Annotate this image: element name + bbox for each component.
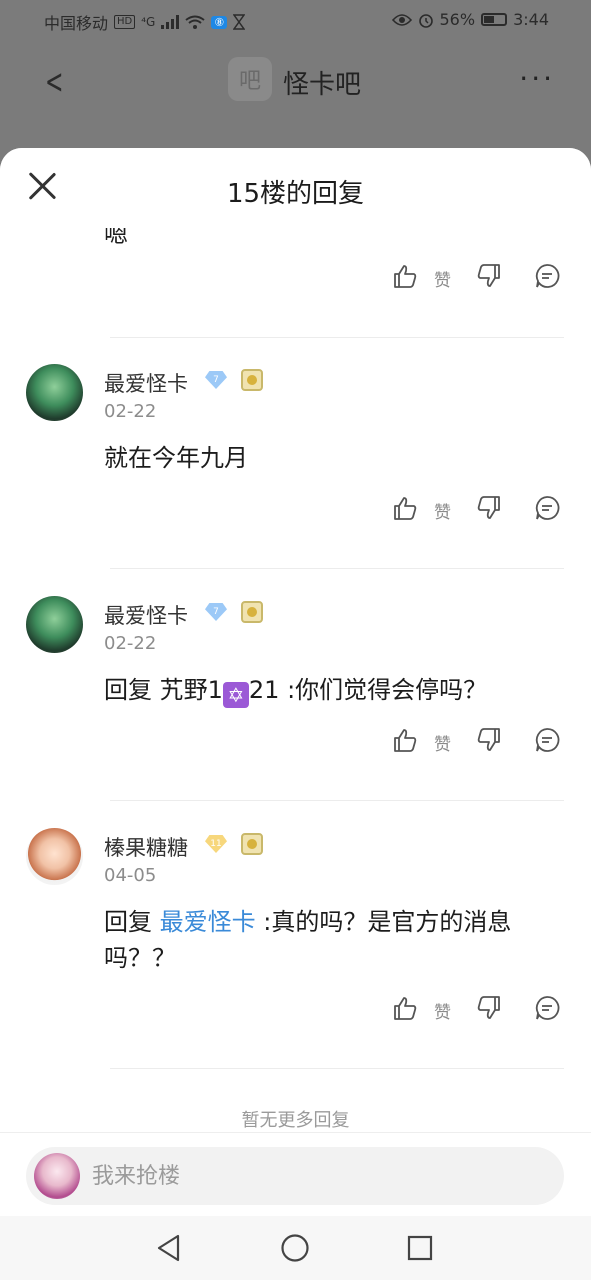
no-more-replies-text: 暂无更多回复 (241, 1110, 350, 1131)
username[interactable]: 最爱怪卡 (104, 600, 188, 630)
reply-text: 21 :你们觉得会停吗？ (248, 676, 488, 704)
avatar[interactable] (26, 596, 83, 653)
composer-bar (0, 1132, 591, 1216)
nav-back-icon[interactable] (153, 1232, 185, 1264)
comment-icon[interactable] (532, 493, 562, 523)
like-label[interactable]: 赞 (434, 266, 451, 291)
carrier-label: 中国移动 (44, 14, 109, 33)
comment-icon[interactable] (532, 261, 562, 291)
comment-icon[interactable] (532, 993, 562, 1023)
reply-date: 02-22 (104, 633, 157, 654)
dislike-icon[interactable] (474, 725, 504, 755)
dislike-icon[interactable] (474, 493, 504, 523)
mention-link[interactable]: 最爱怪卡 (160, 908, 256, 936)
divider (110, 1068, 564, 1069)
dislike-icon[interactable] (474, 261, 504, 291)
reply-input[interactable] (92, 1147, 552, 1205)
divider (110, 568, 564, 569)
username[interactable]: 最爱怪卡 (104, 368, 188, 398)
action-row: 赞 (390, 261, 565, 291)
comment-icon[interactable] (532, 725, 562, 755)
reply-content: 回复 最爱怪卡 :真的吗？是官方的消息吗？？ (104, 904, 554, 976)
dislike-icon[interactable] (474, 993, 504, 1023)
level-badge: 7 (205, 603, 227, 621)
sheet-title: 15楼的回复 (226, 179, 365, 209)
my-avatar (34, 1153, 80, 1199)
level-badge: 7 (205, 371, 227, 389)
like-icon[interactable] (390, 493, 420, 523)
like-label[interactable]: 赞 (434, 498, 451, 523)
action-row: 赞 (390, 725, 565, 755)
hd-icon: HD (114, 15, 136, 29)
star-of-david-emoji-icon: ✡ (222, 682, 249, 708)
like-label[interactable]: 赞 (434, 998, 451, 1023)
medal-icon (241, 601, 263, 623)
like-icon[interactable] (390, 261, 420, 291)
level-badge: 11 (205, 835, 227, 853)
replies-sheet: 15楼的回复 嗯 赞 最爱怪卡 7 02-22 就在今年九月 赞 最爱怪卡 7 … (0, 148, 591, 1132)
back-chevron-icon[interactable]: < (45, 62, 64, 102)
medal-icon (241, 369, 263, 391)
app-bar: < 吧 怪卡吧 ··· (0, 40, 591, 120)
action-row: 赞 (390, 993, 565, 1023)
avatar[interactable] (26, 828, 83, 885)
forum-logo: 吧 (228, 57, 272, 101)
alarm-icon (418, 13, 433, 28)
reply-date: 02-22 (104, 401, 157, 422)
reply-prefix: 回复 艽野1 (104, 676, 223, 704)
like-label[interactable]: 赞 (434, 730, 451, 755)
username[interactable]: 榛果糖糖 (104, 832, 188, 862)
reply-content: 回复 艽野1 ✡ 21 :你们觉得会停吗？ (104, 672, 554, 708)
hourglass-icon (233, 14, 246, 30)
app-notification-icon: ⑧ (211, 15, 228, 29)
eye-icon (391, 13, 412, 26)
reply-prefix: 回复 (104, 908, 160, 936)
sheet-header: 15楼的回复 (0, 148, 591, 228)
action-row: 赞 (390, 493, 565, 523)
like-icon[interactable] (390, 993, 420, 1023)
nav-home-icon[interactable] (279, 1232, 311, 1264)
battery-percent: 56% (439, 10, 476, 29)
forum-title: 怪卡吧 (283, 70, 362, 100)
composer-pill[interactable] (26, 1147, 564, 1205)
more-icon[interactable]: ··· (519, 62, 555, 95)
divider (110, 337, 564, 338)
system-nav-bar (0, 1216, 591, 1280)
clock: 3:44 (513, 10, 549, 29)
reply-date: 04-05 (104, 865, 157, 886)
status-bar: 中国移动 HD ⁴G ⑧ 56% 3:44 (0, 0, 591, 40)
signal-icon: ⁴G (141, 15, 156, 29)
divider (110, 800, 564, 801)
wifi-icon (185, 15, 205, 29)
reply-content: 就在今年九月 (104, 444, 248, 472)
medal-icon (241, 833, 263, 855)
like-icon[interactable] (390, 725, 420, 755)
battery-icon (481, 13, 508, 26)
nav-recents-icon[interactable] (404, 1232, 436, 1264)
avatar[interactable] (26, 364, 83, 421)
signal-bars-icon (161, 15, 180, 29)
